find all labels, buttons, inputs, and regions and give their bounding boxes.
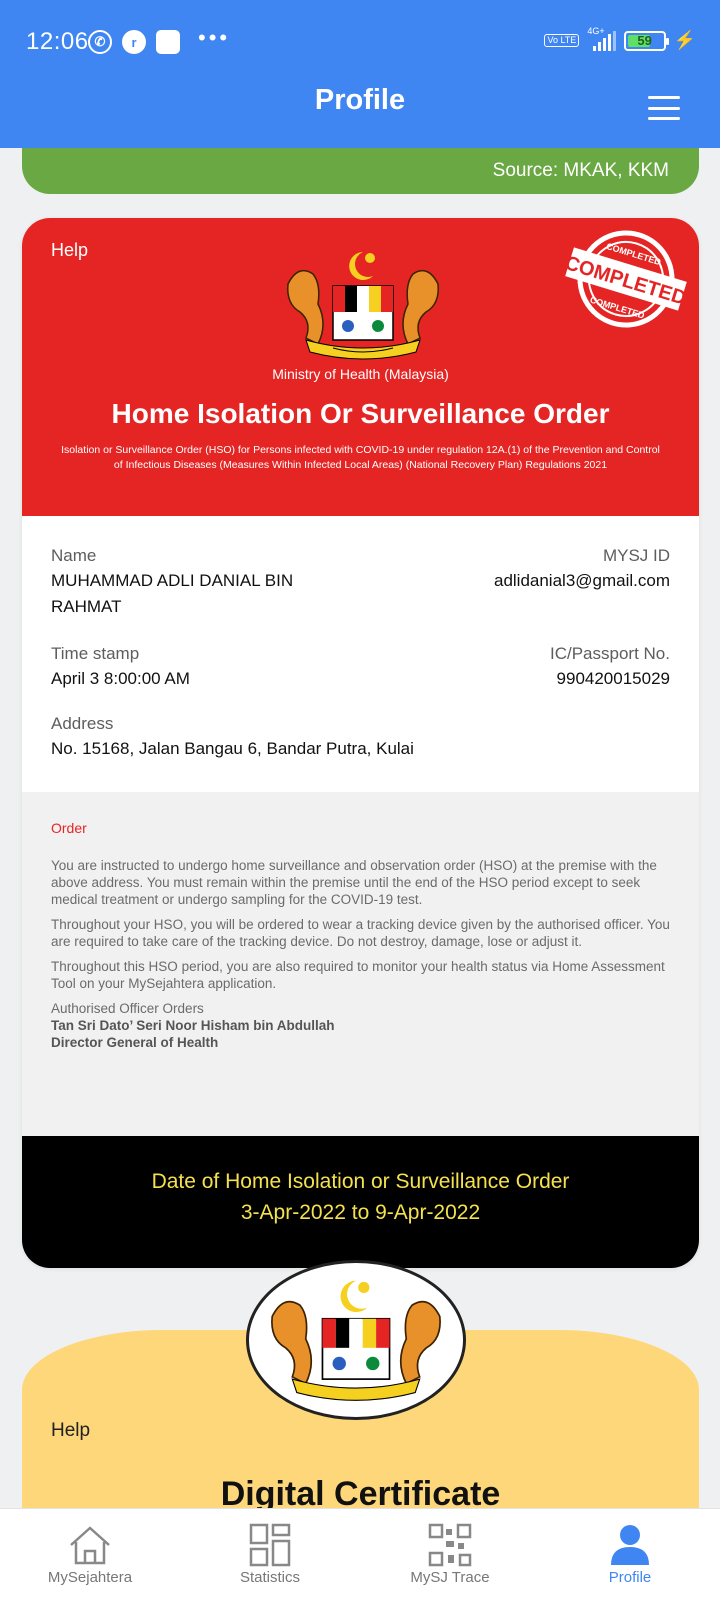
order-paragraph-3: Throughout this HSO period, you are also…	[51, 959, 665, 991]
order-title: Home Isolation Or Surveillance Order	[111, 398, 610, 429]
name-value-line1: MUHAMMAD ADLI DANIAL BIN	[51, 571, 294, 590]
nav-statistics[interactable]: Statistics	[180, 1509, 360, 1600]
source-text: Source: MKAK, KKM	[492, 160, 669, 181]
square-notification-icon	[156, 30, 180, 54]
order-date-range: 3-Apr-2022 to 9-Apr-2022	[240, 1201, 481, 1224]
ic-passport-label: IC/Passport No.	[550, 644, 670, 663]
grid-icon	[249, 1523, 291, 1567]
order-paragraph-2: Throughout your HSO, you will be ordered…	[51, 917, 670, 949]
status-bar: 12:06 ✆ r ••• Vo LTE 4G+ 59 ⚡	[0, 0, 720, 90]
nav-profile[interactable]: Profile	[540, 1509, 720, 1600]
person-icon	[611, 1525, 649, 1565]
officer-title: Director General of Health	[51, 1035, 219, 1050]
nav-label: Profile	[608, 1569, 652, 1586]
menu-icon[interactable]	[648, 96, 680, 120]
hso-order-card: Help COMPLETED COMPLETED COMPLETED Minis…	[22, 218, 699, 1268]
address-value: No. 15168, Jalan Bangau 6, Bandar Putra,…	[51, 739, 414, 758]
digital-certificate-card: Help Digital Certificate	[22, 1260, 699, 1508]
address-label: Address	[51, 714, 114, 733]
malaysia-coat-of-arms-icon	[271, 1280, 441, 1401]
mysj-id-value: adlidanial3@gmail.com	[493, 571, 670, 590]
scroll-content[interactable]: Source: MKAK, KKM Help COMPLETED COMPLET…	[0, 148, 720, 1508]
nav-label: MySejahtera	[47, 1569, 133, 1586]
source-banner: Source: MKAK, KKM	[22, 148, 699, 194]
certificate-help-link[interactable]: Help	[51, 1420, 90, 1442]
network-type: 4G+	[587, 25, 605, 36]
status-time: 12:06	[26, 28, 89, 55]
battery-icon: 59	[623, 30, 669, 51]
volte-icon: Vo LTE	[544, 34, 580, 47]
name-value-line2: RAHMAT	[51, 597, 122, 616]
home-icon	[70, 1526, 110, 1565]
malaysia-coat-of-arms-icon	[287, 252, 439, 360]
ic-passport-value: 990420015029	[556, 669, 670, 688]
ministry-name: Ministry of Health (Malaysia)	[272, 366, 449, 382]
page-title: Profile	[314, 84, 406, 116]
order-paragraph-1: You are instructed to undergo home surve…	[51, 858, 657, 907]
order-heading: Order	[51, 820, 87, 836]
bottom-nav: MySejahtera Statistics MySJ Trace Profil…	[0, 1508, 720, 1600]
person-info: Name MUHAMMAD ADLI DANIAL BIN RAHMAT MYS…	[22, 516, 699, 792]
completed-stamp-icon: COMPLETED COMPLETED COMPLETED	[562, 230, 689, 328]
nav-label: Statistics	[239, 1569, 300, 1586]
certificate-seal	[246, 1260, 466, 1420]
order-subtitle: Isolation or Surveillance Order (HSO) fo…	[61, 444, 660, 471]
order-date-band: Date of Home Isolation or Surveillance O…	[22, 1136, 699, 1268]
charging-icon: ⚡	[673, 30, 696, 50]
whatsapp-icon: ✆	[88, 30, 112, 54]
status-right-icons: Vo LTE 4G+ 59 ⚡	[544, 26, 696, 51]
order-instructions: Order You are instructed to undergo home…	[22, 792, 699, 1136]
order-date-heading: Date of Home Isolation or Surveillance O…	[151, 1170, 570, 1193]
mysj-id-label: MYSJ ID	[602, 546, 670, 565]
app-header: 12:06 ✆ r ••• Vo LTE 4G+ 59 ⚡ Profile	[0, 0, 720, 148]
qr-icon	[428, 1523, 472, 1567]
battery-level: 59	[637, 33, 652, 48]
more-notifications-icon: •••	[198, 25, 231, 50]
officer-label: Authorised Officer Orders	[51, 1001, 204, 1016]
nav-label: MySJ Trace	[410, 1569, 490, 1586]
certificate-title: Digital Certificate	[220, 1475, 501, 1508]
notification-icons: ✆ r •••	[88, 25, 230, 54]
officer-name: Tan Sri Dato’ Seri Noor Hisham bin Abdul…	[51, 1018, 335, 1033]
order-card-header: Help COMPLETED COMPLETED COMPLETED Minis…	[22, 218, 699, 516]
help-link[interactable]: Help	[51, 240, 88, 261]
nav-mysejahtera[interactable]: MySejahtera	[0, 1509, 180, 1600]
nav-mysj-trace[interactable]: MySJ Trace	[360, 1509, 540, 1600]
timestamp-label: Time stamp	[51, 644, 140, 663]
name-label: Name	[51, 546, 97, 565]
timestamp-value: April 3 8:00:00 AM	[51, 669, 190, 688]
app-notification-icon: r	[122, 30, 146, 54]
